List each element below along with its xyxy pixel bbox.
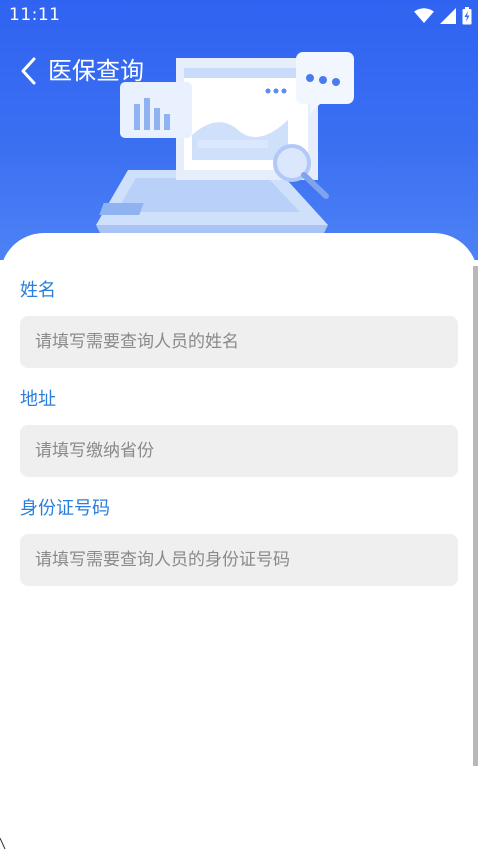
status-icons <box>414 6 472 26</box>
id-number-input[interactable] <box>20 534 458 586</box>
address-label: 地址 <box>20 389 56 410</box>
name-input[interactable] <box>20 316 458 368</box>
header: 11:11 医保查询 <box>0 0 478 260</box>
back-button[interactable] <box>14 54 44 88</box>
id-number-label: 身份证号码 <box>20 498 110 519</box>
corner-mark <box>0 838 6 850</box>
status-time: 11:11 <box>9 5 61 25</box>
address-input[interactable] <box>20 425 458 477</box>
signal-icon <box>440 8 456 24</box>
page-title: 医保查询 <box>48 57 144 85</box>
status-bar: 11:11 <box>0 0 478 34</box>
battery-charging-icon <box>462 7 472 25</box>
name-label: 姓名 <box>20 280 56 301</box>
wifi-icon <box>414 8 434 23</box>
nav-bar: 医保查询 <box>0 50 300 94</box>
chevron-left-icon <box>21 57 36 85</box>
scrollbar[interactable] <box>473 266 478 766</box>
form-card: 姓名 地址 身份证号码 <box>0 233 478 851</box>
